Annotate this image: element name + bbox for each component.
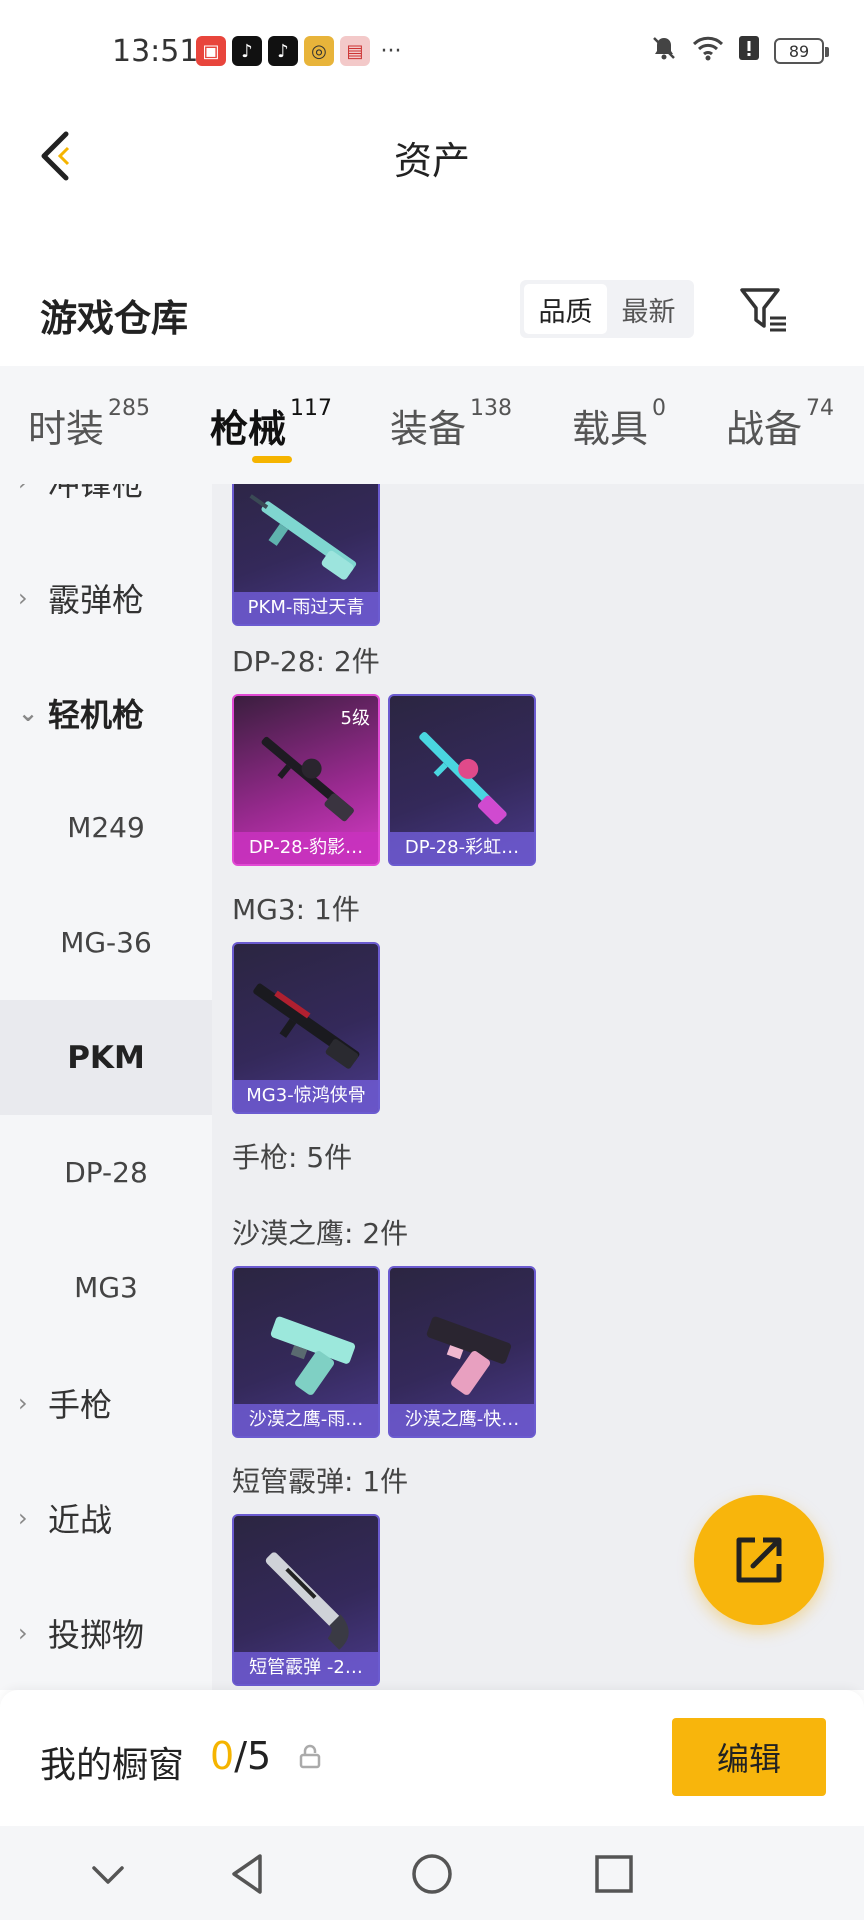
- showcase-bar: 我的橱窗 0/5 编辑: [0, 1690, 864, 1826]
- more-notifications-icon: ···: [380, 38, 402, 64]
- share-button[interactable]: [694, 1495, 824, 1625]
- sidebar-item-melee[interactable]: › 近战: [0, 1460, 212, 1575]
- mute-icon: [650, 34, 678, 68]
- section-title: 游戏仓库: [40, 297, 188, 340]
- tab-equipment[interactable]: 装备 138: [390, 396, 512, 453]
- skin-card[interactable]: PKM-雨过天青: [232, 484, 380, 626]
- sidebar-item-shotgun[interactable]: › 霰弹枪: [0, 540, 212, 655]
- skin-card-label: DP-28-彩虹…: [390, 832, 534, 864]
- status-time: 13:51: [112, 34, 199, 69]
- group-label-sawed-off: 短管霰弹: 1件: [232, 1465, 409, 1498]
- skin-card-label: PKM-雨过天青: [234, 592, 378, 624]
- nav-back-icon[interactable]: [218, 1844, 278, 1904]
- status-bar: 13:51 ▣ ♪ ♪ ◎ ▤ ··· 89: [0, 0, 864, 104]
- sort-option-quality[interactable]: 品质: [524, 284, 607, 334]
- sidebar-item-m249[interactable]: M249: [0, 770, 212, 885]
- skin-card-label: 沙漠之鹰-雨…: [234, 1404, 378, 1436]
- skin-card[interactable]: 短管霰弹 -2…: [232, 1514, 380, 1686]
- showcase-title: 我的橱窗: [40, 1745, 185, 1786]
- sort-toggle: 品质 最新: [520, 280, 694, 338]
- nav-home-icon[interactable]: [402, 1844, 462, 1904]
- tab-fashion[interactable]: 时装 285: [28, 396, 150, 453]
- group-label-dp28: DP-28: 2件: [232, 645, 380, 678]
- game-app-icon: ◎: [304, 36, 334, 66]
- chevron-right-icon: ›: [18, 1618, 28, 1647]
- skin-card-label: 沙漠之鹰-快…: [390, 1404, 534, 1436]
- sidebar-item-dp28[interactable]: DP-28: [0, 1115, 212, 1230]
- sort-option-latest[interactable]: 最新: [607, 284, 690, 334]
- sidebar-item-mg36[interactable]: MG-36: [0, 885, 212, 1000]
- page-title: 资产: [393, 139, 470, 183]
- battery-indicator: 89: [774, 38, 829, 64]
- box-app-icon: ▤: [340, 36, 370, 66]
- group-label-mg3: MG3: 1件: [232, 893, 360, 926]
- skin-card-label: MG3-惊鸿侠骨: [234, 1080, 378, 1112]
- skin-card[interactable]: 5级 DP-28-豹影…: [232, 694, 380, 866]
- sidebar-item-mg3[interactable]: MG3: [0, 1230, 212, 1345]
- chevron-down-icon: ⌄: [18, 698, 39, 727]
- nav-recents-icon[interactable]: [584, 1844, 644, 1904]
- huawei-app-icon: ▣: [196, 36, 226, 66]
- notification-icons: ▣ ♪ ♪ ◎ ▤ ···: [196, 36, 406, 66]
- group-label-desert-eagle: 沙漠之鹰: 2件: [232, 1217, 409, 1250]
- skin-card-label: 短管霰弹 -2…: [234, 1652, 378, 1684]
- tab-supplies[interactable]: 战备 74: [726, 396, 834, 453]
- status-right: 89: [650, 34, 829, 68]
- wifi-icon: [692, 34, 724, 68]
- chevron-right-icon: ›: [18, 1388, 28, 1417]
- skin-card[interactable]: DP-28-彩虹…: [388, 694, 536, 866]
- edit-button[interactable]: 编辑: [672, 1718, 826, 1796]
- group-label-pistol: 手枪: 5件: [232, 1141, 353, 1174]
- filter-button[interactable]: [738, 284, 790, 336]
- hide-keyboard-icon[interactable]: [78, 1844, 138, 1904]
- app-header: 资产: [0, 104, 864, 204]
- tab-firearms[interactable]: 枪械 117: [210, 396, 332, 453]
- chevron-right-icon: ›: [18, 583, 28, 612]
- tiktok-icon: ♪: [232, 36, 262, 66]
- showcase-count: 0/5: [210, 1734, 272, 1778]
- sidebar-item-lmg[interactable]: ⌄ 轻机枪: [0, 655, 212, 770]
- lock-icon: [299, 1744, 321, 1769]
- skin-level-badge: 5级: [340, 708, 370, 729]
- chevron-right-icon: ›: [18, 1503, 28, 1532]
- sidebar-item-smg[interactable]: › 冲锋枪: [0, 484, 212, 539]
- system-navigation-bar: [0, 1826, 864, 1920]
- category-tabs: 时装 285 枪械 117 装备 138 载具 0 战备 74: [0, 366, 864, 484]
- sidebar-item-pistol[interactable]: › 手枪: [0, 1345, 212, 1460]
- tiktok-icon: ♪: [268, 36, 298, 66]
- chevron-right-icon: ›: [18, 484, 28, 496]
- sidebar-item-throwable[interactable]: › 投掷物: [0, 1575, 212, 1690]
- skin-card[interactable]: MG3-惊鸿侠骨: [232, 942, 380, 1114]
- filter-icon: [740, 288, 786, 332]
- skin-card[interactable]: 沙漠之鹰-雨…: [232, 1266, 380, 1438]
- weapon-category-sidebar: › 冲锋枪 › 霰弹枪 ⌄ 轻机枪 M249 MG-36 PKM DP-28 M…: [0, 484, 212, 1690]
- skin-card[interactable]: 沙漠之鹰-快…: [388, 1266, 536, 1438]
- tab-vehicles[interactable]: 载具 0: [572, 396, 666, 453]
- active-tab-indicator: [252, 456, 292, 463]
- alert-icon: [738, 34, 760, 68]
- sidebar-item-pkm[interactable]: PKM: [0, 1000, 212, 1115]
- skin-card-label: DP-28-豹影…: [234, 832, 378, 864]
- share-icon: [736, 1537, 782, 1583]
